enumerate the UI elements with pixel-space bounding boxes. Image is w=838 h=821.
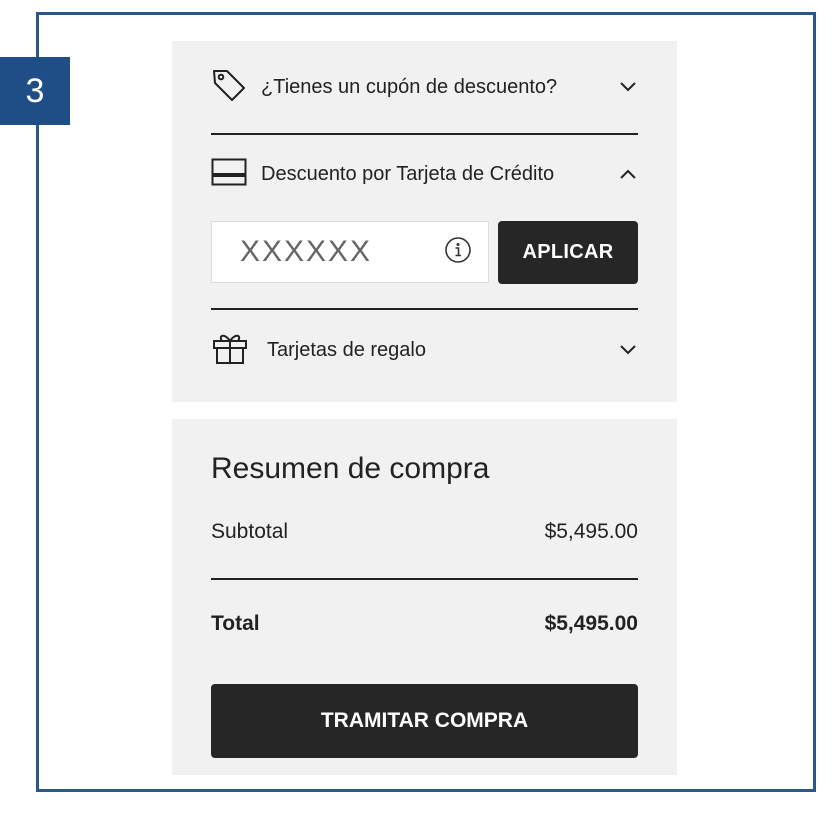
credit-card-toggle[interactable]: Descuento por Tarjeta de Crédito xyxy=(211,158,638,190)
summary-title: Resumen de compra xyxy=(211,452,490,485)
total-label: Total xyxy=(211,612,260,635)
chevron-down-icon xyxy=(618,340,638,360)
credit-card-discount-field xyxy=(211,221,489,283)
credit-card-code-input[interactable] xyxy=(238,234,444,270)
chevron-down-icon xyxy=(618,77,638,97)
gift-icon xyxy=(211,331,249,370)
credit-card-icon xyxy=(211,158,247,191)
total-row: Total $5,495.00 xyxy=(211,612,638,636)
apply-button[interactable]: APLICAR xyxy=(498,221,638,284)
subtotal-row: Subtotal $5,495.00 xyxy=(211,520,638,544)
total-value: $5,495.00 xyxy=(544,612,638,635)
info-icon[interactable] xyxy=(444,236,472,269)
subtotal-label: Subtotal xyxy=(211,520,289,543)
coupon-label: ¿Tienes un cupón de descuento? xyxy=(261,75,558,98)
divider xyxy=(211,308,638,310)
divider xyxy=(211,133,638,135)
tag-icon xyxy=(211,67,247,108)
divider xyxy=(211,578,638,580)
credit-card-label: Descuento por Tarjeta de Crédito xyxy=(261,162,555,185)
subtotal-value: $5,495.00 xyxy=(544,520,638,543)
gift-cards-toggle[interactable]: Tarjetas de regalo xyxy=(211,333,638,367)
summary-panel: Resumen de compra Subtotal $5,495.00 Tot… xyxy=(172,419,677,775)
step-badge: 3 xyxy=(0,57,70,125)
chevron-up-icon xyxy=(618,164,638,184)
checkout-button[interactable]: TRAMITAR COMPRA xyxy=(211,684,638,758)
gift-cards-label: Tarjetas de regalo xyxy=(267,338,426,361)
discounts-panel: ¿Tienes un cupón de descuento? Descuento… xyxy=(172,41,677,402)
coupon-toggle[interactable]: ¿Tienes un cupón de descuento? xyxy=(211,69,638,103)
step-number: 3 xyxy=(25,71,45,110)
